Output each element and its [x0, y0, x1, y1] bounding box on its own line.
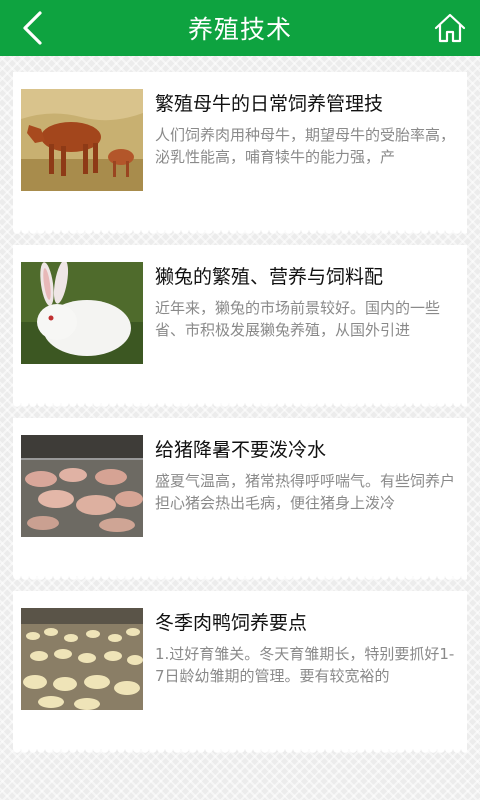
- article-title: 獭兔的繁殖、营养与饲料配: [155, 266, 384, 288]
- article-card[interactable]: 给猪降暑不要泼冷水 盛夏气温高，猪常热得呼呼喘气。有些饲养户担心猪会热出毛病，便…: [13, 418, 467, 582]
- article-title: 冬季肉鸭饲养要点: [155, 612, 308, 634]
- chevron-left-icon: [23, 11, 42, 45]
- home-button[interactable]: [430, 8, 470, 48]
- article-thumbnail-rabbit: [21, 262, 143, 364]
- article-card[interactable]: 獭兔的繁殖、营养与饲料配 近年来，獭兔的市场前景较好。国内的一些省、市积极发展獭…: [13, 245, 467, 409]
- article-title: 繁殖母牛的日常饲养管理技: [155, 93, 384, 115]
- article-card[interactable]: 繁殖母牛的日常饲养管理技 人们饲养肉用种母牛，期望母牛的受胎率高，泌乳性能高，哺…: [13, 72, 467, 236]
- article-list: 繁殖母牛的日常饲养管理技 人们饲养肉用种母牛，期望母牛的受胎率高，泌乳性能高，哺…: [13, 72, 467, 764]
- home-icon: [434, 13, 466, 43]
- article-thumbnail-ducks: [21, 608, 143, 710]
- article-thumbnail-pigs: [21, 435, 143, 537]
- page-title: 养殖技术: [187, 15, 292, 44]
- article-title: 给猪降暑不要泼冷水: [155, 439, 327, 461]
- article-thumbnail-cow: [21, 89, 143, 191]
- app-header: 养殖技术: [0, 0, 480, 56]
- article-summary: 盛夏气温高，猪常热得呼呼喘气。有些饲养户担心猪会热出毛病，便往猪身上泼冷: [155, 472, 456, 512]
- back-button[interactable]: [12, 8, 52, 48]
- article-card[interactable]: 冬季肉鸭饲养要点 1.过好育雏关。冬天育雏期长，特别要抓好1-7日龄幼雏期的管理…: [13, 591, 467, 755]
- article-summary: 1.过好育雏关。冬天育雏期长，特别要抓好1-7日龄幼雏期的管理。要有较宽裕的: [155, 645, 455, 685]
- article-summary: 人们饲养肉用种母牛，期望母牛的受胎率高，泌乳性能高，哺育犊牛的能力强，产: [155, 126, 456, 166]
- article-summary: 近年来，獭兔的市场前景较好。国内的一些省、市积极发展獭兔养殖，从国外引进: [155, 299, 441, 339]
